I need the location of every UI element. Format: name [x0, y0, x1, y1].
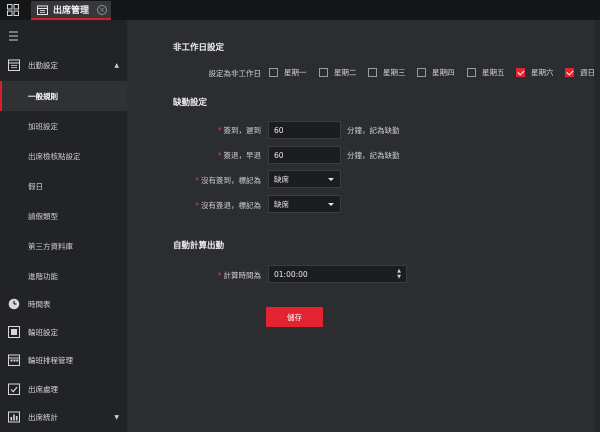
sidebar-item-attendance-settings[interactable]: 出勤設定 ▲ — [0, 51, 127, 79]
active-indicator — [0, 81, 2, 111]
chevron-down-icon: ▼ — [114, 413, 119, 421]
select-value: 缺席 — [274, 199, 289, 209]
sidebar-item-timetable[interactable]: 時間表 — [0, 290, 127, 318]
sidebar-subitem-advanced[interactable]: 進階功能 — [0, 261, 127, 291]
grid-icon — [7, 4, 19, 16]
checkbox-friday[interactable]: 星期五 — [467, 67, 505, 78]
save-button[interactable]: 儲存 — [266, 307, 323, 327]
checkbox-label: 週日 — [580, 68, 595, 77]
checkbox-box-checked[interactable] — [565, 68, 574, 77]
checkbox-label: 星期六 — [531, 68, 554, 77]
tab-attendance-management[interactable]: 出席管理 × — [31, 1, 111, 20]
checkbox-monday[interactable]: 星期一 — [269, 67, 307, 78]
calc-time-label: * 計算時間為 — [217, 271, 261, 280]
scrollbar[interactable] — [594, 20, 600, 432]
schedule-icon — [8, 354, 20, 366]
sidebar-item-shift-settings[interactable]: 輪班設定 — [0, 318, 127, 346]
sidebar-subitem-third-party-db[interactable]: 第三方資料庫 — [0, 231, 127, 261]
checkbox-tuesday[interactable]: 星期二 — [319, 67, 357, 78]
nonwork-section-title: 非工作日設定 — [173, 43, 225, 53]
close-icon[interactable]: × — [97, 5, 107, 15]
top-tab-bar: 出席管理 × — [0, 0, 600, 20]
calc-time-input[interactable]: 01:00:00 ▲ ▼ — [268, 265, 407, 283]
sidebar-subitem-label: 第三方資料庫 — [28, 241, 73, 251]
sidebar-subitem-label: 出席檢核點設定 — [28, 151, 81, 161]
checkbox-box[interactable] — [417, 68, 426, 77]
no-checkout-label: * 沒有簽退，標記為 — [195, 201, 261, 210]
late-label: * 簽到，遲到 — [217, 126, 261, 135]
checkbox-box[interactable] — [467, 68, 476, 77]
calendar-icon — [8, 59, 20, 71]
no-checkout-select[interactable]: 缺席 — [268, 195, 341, 213]
time-value: 01:00:00 — [274, 269, 308, 279]
sidebar-item-label: 出席統計 — [28, 412, 58, 422]
sidebar-subitem-overtime[interactable]: 加班設定 — [0, 111, 127, 141]
main-content: 非工作日設定 設定為非工作日 星期一 星期二 星期三 星期四 星期五 星期六 週… — [127, 20, 600, 432]
checkbox-sunday[interactable]: 週日 — [565, 67, 595, 78]
late-unit: 分鐘，記為缺勤 — [347, 126, 400, 135]
spinner-icon[interactable]: ▲ ▼ — [397, 268, 401, 280]
checkbox-label: 星期三 — [383, 68, 406, 77]
sidebar-subitem-holiday[interactable]: 假日 — [0, 171, 127, 201]
checkbox-label: 星期四 — [432, 68, 455, 77]
late-minutes-input[interactable]: 60 — [268, 121, 341, 139]
checkbox-box[interactable] — [368, 68, 377, 77]
calendar-icon — [37, 5, 48, 15]
early-unit: 分鐘，記為缺勤 — [347, 151, 400, 160]
sidebar-item-label: 出勤設定 — [28, 60, 58, 70]
menu-collapse-icon[interactable] — [8, 30, 22, 42]
sidebar-item-label: 輪班排程管理 — [28, 355, 73, 365]
sidebar: 出勤設定 ▲ 一般規則 加班設定 出席檢核點設定 假日 請假類型 第三方資料庫 … — [0, 20, 127, 432]
checkbox-thursday[interactable]: 星期四 — [417, 67, 455, 78]
checkbox-label: 星期一 — [284, 68, 307, 77]
absence-section-title: 缺勤設定 — [173, 98, 208, 108]
caret-down-icon — [328, 178, 334, 181]
sidebar-subitem-checkpoint[interactable]: 出席檢核點設定 — [0, 141, 127, 171]
home-grid-button[interactable] — [0, 0, 26, 20]
checkbox-saturday[interactable]: 星期六 — [516, 67, 554, 78]
sidebar-item-label: 輪班設定 — [28, 327, 58, 337]
nonwork-label: 設定為非工作日 — [208, 69, 262, 78]
sidebar-subitem-label: 一般規則 — [28, 91, 58, 101]
sidebar-subitem-label: 假日 — [28, 181, 43, 191]
checkbox-label: 星期五 — [482, 68, 505, 77]
sidebar-item-label: 時間表 — [28, 299, 51, 309]
clock-icon — [8, 298, 20, 310]
sidebar-item-attendance-stats[interactable]: 出席統計 ▼ — [0, 403, 127, 431]
sidebar-subitem-label: 進階功能 — [28, 271, 58, 281]
select-value: 缺席 — [274, 174, 289, 184]
no-checkin-label: * 沒有簽到，標記為 — [195, 176, 261, 185]
sidebar-subitem-leave-type[interactable]: 請假類型 — [0, 201, 127, 231]
early-label: * 簽退，早退 — [217, 151, 261, 160]
sidebar-item-shift-schedule[interactable]: 輪班排程管理 — [0, 346, 127, 374]
sidebar-subitem-general-rules[interactable]: 一般規則 — [0, 81, 127, 111]
checkbox-box-checked[interactable] — [516, 68, 525, 77]
checkbox-box[interactable] — [269, 68, 278, 77]
tab-label: 出席管理 — [53, 6, 90, 16]
process-icon — [8, 383, 20, 395]
checkbox-box[interactable] — [319, 68, 328, 77]
stats-icon — [8, 411, 20, 423]
sidebar-item-label: 出席處理 — [28, 384, 58, 394]
chevron-up-icon: ▲ — [114, 61, 119, 69]
shift-icon — [8, 326, 20, 338]
sidebar-subitem-label: 加班設定 — [28, 121, 58, 131]
no-checkin-select[interactable]: 缺席 — [268, 170, 341, 188]
caret-down-icon — [328, 203, 334, 206]
checkbox-label: 星期二 — [334, 68, 357, 77]
early-minutes-input[interactable]: 60 — [268, 146, 341, 164]
sidebar-subitem-label: 請假類型 — [28, 211, 58, 221]
auto-section-title: 自動計算出勤 — [173, 241, 225, 251]
checkbox-wednesday[interactable]: 星期三 — [368, 67, 406, 78]
sidebar-item-attendance-processing[interactable]: 出席處理 — [0, 375, 127, 403]
